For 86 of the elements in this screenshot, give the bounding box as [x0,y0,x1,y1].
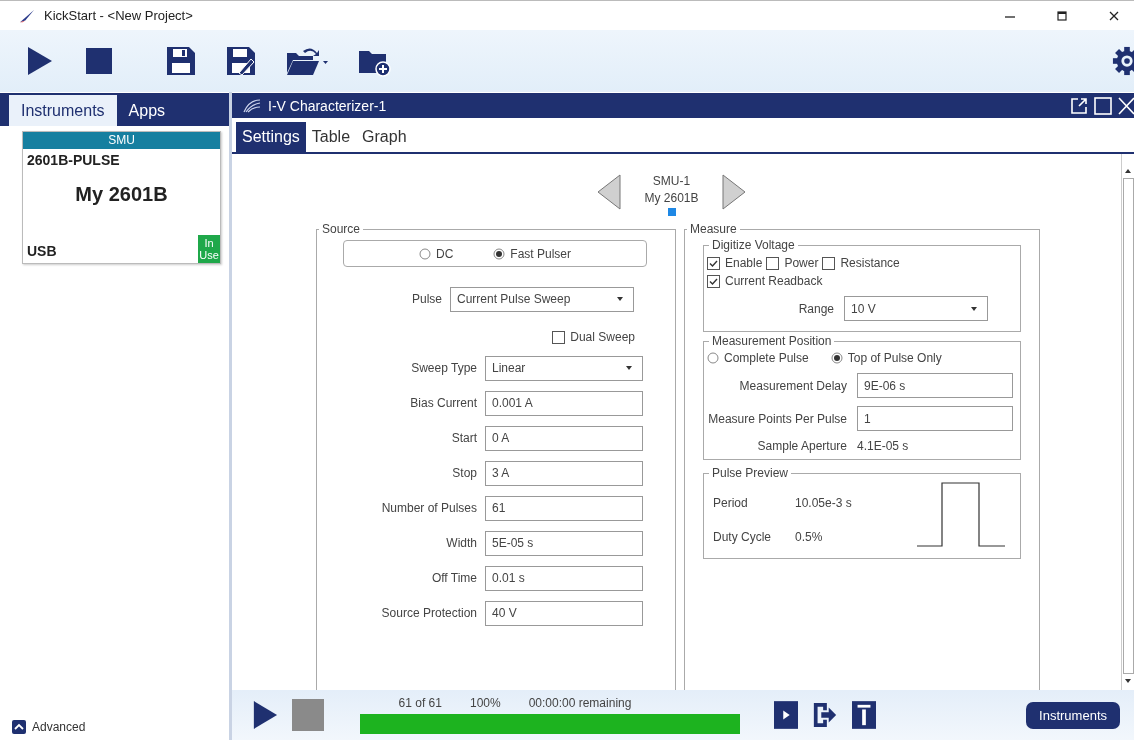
view-tab[interactable]: Settings [236,122,306,152]
aperture-value: 4.1E-05 s [857,439,909,453]
panel-tab[interactable]: Instruments [9,95,117,126]
field-label: Number of Pulses [380,501,477,515]
connection-label: USB [26,243,57,261]
dual-sweep-checkbox[interactable]: Dual Sweep [552,330,635,344]
panel-tab[interactable]: Apps [116,95,178,126]
dropdown-caret-icon [617,297,623,301]
field-label: Bias Current [409,396,477,410]
stop-icon[interactable] [83,45,115,77]
preview-label: Period [713,496,749,510]
group-title: Pulse Preview [711,466,790,480]
field-label: Measure Points Per Pulse [707,411,847,426]
export-icon[interactable] [812,701,838,729]
app-title: I-V Characterizer-1 [268,97,387,114]
instruments-button[interactable]: Instruments [1026,701,1120,729]
field-label: Width [445,536,477,550]
maximize-icon[interactable] [1056,9,1068,22]
preview-value: 0.5% [795,530,823,544]
status-badge: In Use [198,235,220,263]
field-label: Off Time [430,571,477,585]
instrument-card[interactable]: SMU 2601B-PULSE My 2601B USB In Use [22,131,221,264]
save-as-icon[interactable] [225,45,257,77]
field-label: Source Protection [380,606,477,620]
pulse-waveform-icon [916,482,1006,548]
pulse-dropdown[interactable]: Current Pulse Sweep [450,286,634,312]
input-field[interactable]: 5E-05 s [485,530,643,556]
progress-count: 61 of 61 [398,696,442,710]
instrument-name: My 2601B [74,182,169,207]
close-icon[interactable] [1108,9,1120,22]
group-title: Measure [689,222,738,236]
open-folder-icon[interactable] [285,45,329,77]
input-field[interactable]: 61 [485,495,643,521]
group-title: Digitize Voltage [711,238,796,252]
dropdown-caret-icon [971,306,977,311]
app-logo-icon [18,8,36,23]
device-name: My 2601B [644,191,699,205]
progress-percent: 100% [469,696,501,710]
mode-radio[interactable]: Fast Pulser [493,246,571,261]
input-field[interactable]: 0.001 A [485,390,643,416]
characterizer-icon [242,98,262,113]
field-label: Sweep Type [410,361,477,375]
preview-label: Duty Cycle [713,530,772,544]
option-checkbox[interactable]: Power [766,256,819,270]
field-label: Stop [451,466,477,480]
option-checkbox[interactable]: Resistance [822,256,900,270]
input-field[interactable]: 1 [857,406,1013,431]
abort-icon[interactable] [852,701,876,729]
input-field[interactable]: 9E-06 s [857,373,1013,398]
step-run-icon[interactable] [774,701,798,729]
field-label: Sample Aperture [756,439,847,453]
input-field[interactable]: 3 A [485,460,643,486]
input-field[interactable]: 0 A [485,425,643,451]
view-tab[interactable]: Graph [356,122,413,152]
next-arrow-icon[interactable] [720,174,747,210]
position-radio[interactable]: Top of Pulse Only [830,351,942,365]
field-label: Measurement Delay [738,378,847,393]
page-indicator-icon [667,208,676,216]
sweep-type-dropdown[interactable]: Linear [485,355,643,381]
previous-arrow-icon[interactable] [596,174,623,210]
instrument-type-header: SMU [23,132,220,149]
window-title: KickStart - <New Project> [44,8,193,23]
time-remaining: 00:00:00 remaining [528,696,632,710]
chevron-up-icon [12,720,26,734]
save-icon[interactable] [165,45,197,77]
range-dropdown[interactable]: 10 V [844,296,988,321]
mode-radio[interactable]: DC [419,246,454,261]
dropdown-caret-icon [626,366,632,370]
settings-icon[interactable] [1112,46,1134,76]
preview-value: 10.05e-3 s [795,496,852,510]
option-checkbox[interactable]: Enable [707,256,763,270]
device-id: SMU-1 [652,174,691,188]
run-icon[interactable] [252,700,278,730]
input-field[interactable]: 0.01 s [485,565,643,591]
group-title: Source [321,222,362,236]
field-label: Pulse [410,292,442,306]
field-label: Range [797,301,834,316]
input-field[interactable]: 40 V [485,600,643,626]
scrollbar[interactable] [1121,154,1134,690]
instrument-model: 2601B-PULSE [26,151,121,170]
group-title: Measurement Position [711,334,833,348]
pop-out-icon[interactable] [1070,96,1088,115]
view-tab[interactable]: Table [305,122,357,152]
readback-checkbox[interactable]: Current Readback [707,274,823,288]
field-label: Start [450,431,477,445]
position-radio[interactable]: Complete Pulse [707,351,809,365]
